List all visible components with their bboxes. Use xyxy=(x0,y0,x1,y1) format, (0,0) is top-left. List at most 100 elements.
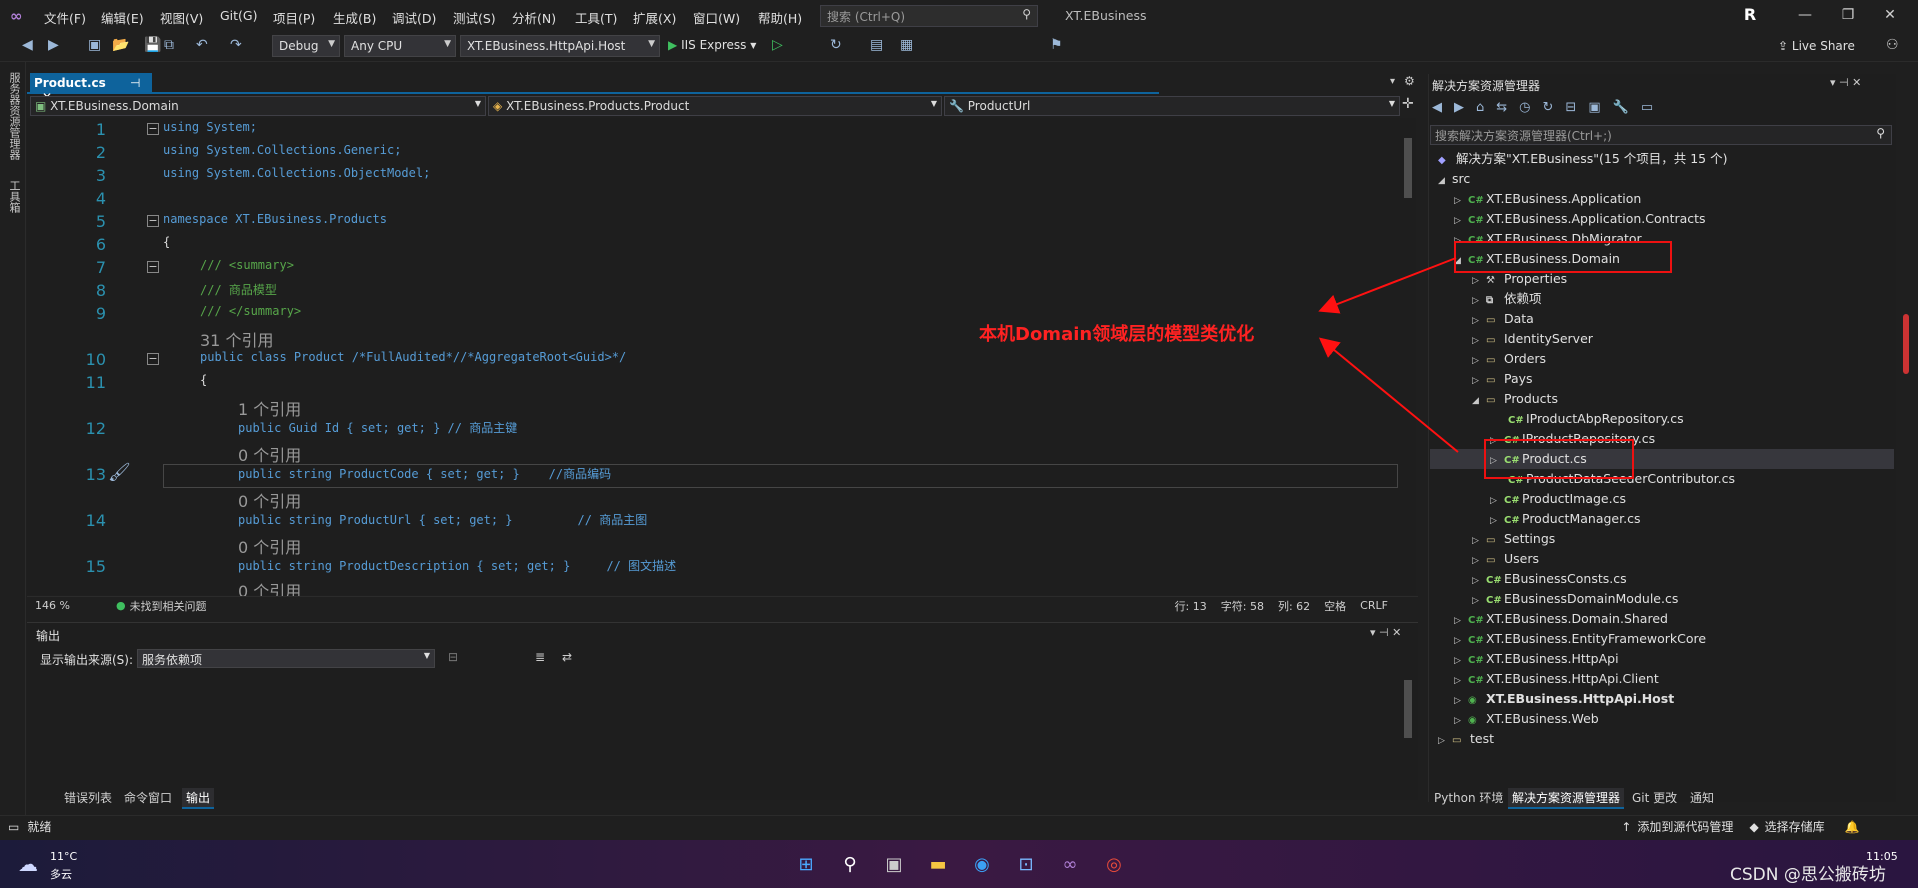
menu-tools[interactable]: 工具(T) xyxy=(575,8,617,27)
tree-item-folder[interactable]: ▷ ▭ Users xyxy=(1472,549,1539,569)
back-icon[interactable]: ◀ xyxy=(1432,100,1442,115)
tree-item-folder[interactable]: ▷ ▭ Orders xyxy=(1472,349,1546,369)
menu-git[interactable]: Git(G) xyxy=(220,8,258,23)
expanded-icon[interactable]: ◢ xyxy=(1472,391,1486,411)
collapsed-icon[interactable]: ▷ xyxy=(1472,271,1486,291)
save-icon[interactable]: 💾 xyxy=(144,37,161,53)
menu-extensions[interactable]: 扩展(X) xyxy=(633,8,676,27)
collapsed-icon[interactable]: ▷ xyxy=(1454,211,1468,231)
clear-output-icon[interactable]: ⊟ xyxy=(448,650,458,664)
pin-icon[interactable]: ⊣ xyxy=(130,76,140,90)
restore-icon[interactable]: ❐ xyxy=(1838,7,1858,23)
tab-git-changes[interactable]: Git 更改 xyxy=(1628,788,1681,807)
solution-root[interactable]: ◆ 解决方案"XT.EBusiness"(15 个项目，共 15 个) xyxy=(1438,149,1727,169)
tab-python-env[interactable]: Python 环境 xyxy=(1430,788,1507,807)
search-input[interactable]: 搜索 (Ctrl+Q) ⚲ xyxy=(820,5,1038,27)
save-all-icon[interactable]: ⧉ xyxy=(164,37,174,53)
collapsed-icon[interactable]: ▷ xyxy=(1454,631,1468,651)
task-view-icon[interactable]: ▣ xyxy=(880,851,908,879)
tab-command-window[interactable]: 命令窗口 xyxy=(120,788,176,807)
nav-project-dropdown[interactable]: ▣ XT.EBusiness.Domain ▼ xyxy=(30,96,486,116)
menu-test[interactable]: 测试(S) xyxy=(453,8,496,27)
folder-icon[interactable]: ▤ xyxy=(870,37,883,53)
chrome-icon[interactable]: ◎ xyxy=(1100,851,1128,879)
collapsed-icon[interactable]: ▷ xyxy=(1438,731,1452,751)
toggle-icon[interactable]: ⇄ xyxy=(562,650,572,664)
forward-icon[interactable]: ▶ xyxy=(1454,100,1464,115)
tree-item-test[interactable]: ▷ ▭ test xyxy=(1438,729,1494,749)
history-icon[interactable]: ◷ xyxy=(1519,100,1530,115)
minimize-icon[interactable]: — xyxy=(1795,7,1815,23)
home-icon[interactable]: ⌂ xyxy=(1476,100,1484,115)
show-all-files-icon[interactable]: ▣ xyxy=(1588,100,1600,115)
tree-item-folder[interactable]: ▷ ▭ Settings xyxy=(1472,529,1555,549)
tree-item-file[interactable]: ▷ C# EBusinessDomainModule.cs xyxy=(1472,589,1678,609)
collapse-all-icon[interactable]: ⊟ xyxy=(1565,100,1576,115)
weather-desc[interactable]: 多云 xyxy=(50,866,72,882)
tree-item-file[interactable]: ▷ C# EBusinessConsts.cs xyxy=(1472,569,1627,589)
tab-output[interactable]: 输出 xyxy=(182,788,215,809)
menu-edit[interactable]: 编辑(E) xyxy=(101,8,144,27)
tree-item-project-startup[interactable]: ▷ ◉ XT.EBusiness.HttpApi.Host xyxy=(1454,689,1674,709)
codelens-references[interactable]: 31 个引用 xyxy=(200,327,273,351)
switch-views-icon[interactable]: ⇆ xyxy=(1496,100,1507,115)
redo-icon[interactable]: ↷ xyxy=(230,37,242,53)
issues-status[interactable]: 未找到相关问题 xyxy=(130,598,207,614)
collapsed-icon[interactable]: ▷ xyxy=(1454,611,1468,631)
close-icon[interactable]: ✕ xyxy=(1880,7,1900,23)
collapse-icon[interactable]: − xyxy=(147,123,159,135)
new-project-icon[interactable]: ▣ xyxy=(88,37,101,53)
undo-icon[interactable]: ↶ xyxy=(196,37,208,53)
avatar[interactable]: R xyxy=(1740,5,1760,25)
zoom-level[interactable]: 146 % xyxy=(35,599,70,612)
file-explorer-icon[interactable]: ▬ xyxy=(924,851,952,879)
collapsed-icon[interactable]: ▷ xyxy=(1472,331,1486,351)
codelens-references[interactable]: 0 个引用 xyxy=(238,442,301,466)
quick-actions-brush-icon[interactable]: 🖌 xyxy=(108,462,131,483)
collapsed-icon[interactable]: ▷ xyxy=(1454,691,1468,711)
bookmark-icon[interactable]: ⚑ xyxy=(1050,37,1063,53)
open-icon[interactable]: 📂 xyxy=(112,37,129,53)
collapsed-icon[interactable]: ▷ xyxy=(1472,311,1486,331)
tree-item-project[interactable]: ▷ C# XT.EBusiness.HttpApi xyxy=(1454,649,1619,669)
weather-temp[interactable]: 11°C xyxy=(50,850,77,863)
tree-item-project[interactable]: ▷ ◉ XT.EBusiness.Web xyxy=(1454,709,1599,729)
run-button[interactable]: ▶ IIS Express ▼ xyxy=(668,38,756,52)
feedback-icon[interactable]: ⚇ xyxy=(1886,37,1899,53)
collapsed-icon[interactable]: ▷ xyxy=(1454,191,1468,211)
collapsed-icon[interactable]: ▷ xyxy=(1472,531,1486,551)
whitespace-mode[interactable]: 空格 xyxy=(1324,598,1346,614)
select-repo-button[interactable]: 选择存储库 xyxy=(1765,818,1825,835)
tree-item-project[interactable]: ▷ C# XT.EBusiness.HttpApi.Client xyxy=(1454,669,1659,689)
collapsed-icon[interactable]: ▷ xyxy=(1454,711,1468,731)
back-icon[interactable]: ◀ xyxy=(22,37,33,53)
tree-item-project[interactable]: ▷ C# XT.EBusiness.Application xyxy=(1454,189,1641,209)
tree-item-project[interactable]: ▷ C# XT.EBusiness.Application.Contracts xyxy=(1454,209,1706,229)
collapsed-icon[interactable]: ▷ xyxy=(1472,571,1486,591)
server-explorer-tab[interactable]: 服务器资源管理器 xyxy=(6,72,22,160)
preview-icon[interactable]: ▭ xyxy=(1641,100,1653,115)
tab-product-cs[interactable]: Product.cs ⊣ ✕ xyxy=(30,73,152,104)
collapse-icon[interactable]: − xyxy=(147,215,159,227)
toolbox-tab[interactable]: 工具箱 xyxy=(6,180,22,213)
tree-item-folder[interactable]: ▷ ▭ Data xyxy=(1472,309,1534,329)
store-icon[interactable]: ⊡ xyxy=(1012,851,1040,879)
refresh-icon[interactable]: ↻ xyxy=(830,37,842,53)
collapsed-icon[interactable]: ▷ xyxy=(1490,511,1504,531)
menu-build[interactable]: 生成(B) xyxy=(333,8,376,27)
menu-view[interactable]: 视图(V) xyxy=(160,8,203,27)
panel-menu-icon[interactable]: ▾ ⊣ ✕ xyxy=(1830,76,1861,89)
menu-help[interactable]: 帮助(H) xyxy=(758,8,802,27)
tree-item-project[interactable]: ▷ C# XT.EBusiness.EntityFrameworkCore xyxy=(1454,629,1706,649)
nav-class-dropdown[interactable]: ◈ XT.EBusiness.Products.Product ▼ xyxy=(488,96,942,116)
start-without-debug-icon[interactable]: ▷ xyxy=(772,37,783,53)
windows-start-icon[interactable]: ⊞ xyxy=(792,851,820,879)
editor-scrollbar[interactable] xyxy=(1400,118,1416,595)
scrollbar-thumb[interactable] xyxy=(1404,680,1412,738)
collapsed-icon[interactable]: ▷ xyxy=(1472,291,1486,311)
collapse-icon[interactable]: − xyxy=(147,353,159,365)
split-editor-icon[interactable]: ✛ xyxy=(1402,96,1414,112)
layout-icon[interactable]: ▦ xyxy=(900,37,913,53)
collapsed-icon[interactable]: ▷ xyxy=(1472,351,1486,371)
menu-project[interactable]: 项目(P) xyxy=(273,8,315,27)
